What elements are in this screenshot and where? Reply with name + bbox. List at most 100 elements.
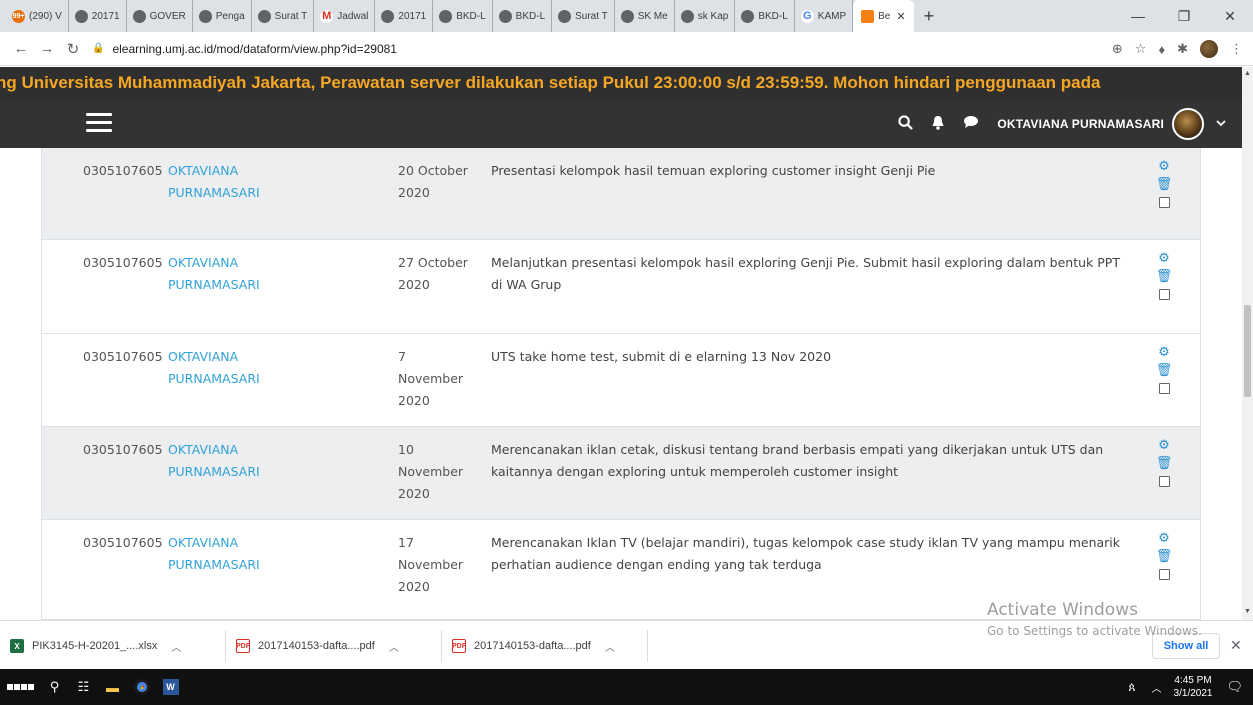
forward-icon[interactable]: → bbox=[34, 40, 60, 57]
gear-icon[interactable]: ⚙ bbox=[1158, 344, 1170, 362]
trash-icon[interactable]: 🗑 bbox=[1156, 362, 1173, 380]
download-name: 2017140153-dafta....pdf bbox=[474, 640, 591, 652]
user-name[interactable]: OKTAVIANA PURNAMASARI bbox=[997, 117, 1164, 131]
close-download-bar-icon[interactable]: ✕ bbox=[1230, 637, 1242, 654]
select-checkbox[interactable] bbox=[1158, 289, 1170, 300]
puzzle-icon[interactable]: ✱ bbox=[1177, 41, 1188, 57]
table-row: 0305107605 OKTAVIANA PURNAMASARI 20 Octob… bbox=[42, 148, 1200, 240]
tab-label: SK Me bbox=[637, 10, 668, 22]
browser-tab[interactable]: 20171 bbox=[69, 0, 127, 32]
browser-tab[interactable]: BKD-L bbox=[493, 0, 553, 32]
trash-icon[interactable]: 🗑 bbox=[1156, 176, 1173, 194]
browser-tab[interactable]: sk Kap bbox=[675, 0, 736, 32]
entry-author-link[interactable]: OKTAVIANA PURNAMASARI bbox=[168, 439, 318, 483]
hamburger-menu-icon[interactable] bbox=[86, 113, 112, 133]
navbar-right: OKTAVIANA PURNAMASARI bbox=[898, 100, 1242, 148]
tab-list: 99+ (290) V 20171 GOVER Penga Surat T M Ja… bbox=[0, 0, 934, 32]
select-checkbox[interactable] bbox=[1158, 569, 1170, 580]
table-row: 0305107605 OKTAVIANA PURNAMASARI 27 Octob… bbox=[42, 240, 1200, 334]
date-line: 20 October bbox=[398, 163, 468, 178]
windows-start-icon[interactable] bbox=[0, 684, 40, 690]
moodle-icon bbox=[861, 9, 875, 23]
search-icon[interactable]: ⚲ bbox=[40, 679, 69, 695]
browser-tab-active[interactable]: Be ✕ bbox=[853, 0, 914, 32]
trash-icon[interactable]: 🗑 bbox=[1156, 548, 1173, 566]
dataform-entries-table: 0305107605 OKTAVIANA PURNAMASARI 20 Octob… bbox=[41, 148, 1201, 620]
browser-tab[interactable]: 99+ (290) V bbox=[6, 0, 69, 32]
select-checkbox[interactable] bbox=[1158, 383, 1170, 394]
file-explorer-icon[interactable]: ▬ bbox=[98, 680, 127, 695]
menu-dots-icon[interactable]: ⋮ bbox=[1230, 41, 1243, 57]
gear-icon[interactable]: ⚙ bbox=[1158, 437, 1170, 455]
select-checkbox[interactable] bbox=[1158, 476, 1170, 487]
reload-icon[interactable]: ↻ bbox=[60, 40, 86, 58]
maximize-button[interactable]: ❐ bbox=[1161, 0, 1207, 32]
desc-line: Merencanakan Iklan TV (belajar mandiri),… bbox=[491, 535, 1120, 550]
scroll-up-arrow-icon[interactable]: ▲ bbox=[1244, 70, 1251, 77]
browser-tab[interactable]: 20171 bbox=[375, 0, 434, 32]
entry-author-link[interactable]: OKTAVIANA PURNAMASARI bbox=[168, 532, 318, 576]
trash-icon[interactable]: 🗑 bbox=[1156, 455, 1173, 473]
gear-icon[interactable]: ⚙ bbox=[1158, 530, 1170, 548]
select-checkbox[interactable] bbox=[1158, 197, 1170, 208]
extension-icon[interactable]: ♦ bbox=[1158, 42, 1165, 57]
scroll-down-arrow-icon[interactable]: ▼ bbox=[1244, 608, 1251, 615]
page-scrollbar[interactable]: ▲ ▼ bbox=[1242, 67, 1253, 620]
download-item[interactable]: PDF 2017140153-dafta....pdf ︿ bbox=[226, 630, 442, 662]
entry-author-link[interactable]: OKTAVIANA PURNAMASARI bbox=[168, 160, 318, 204]
globe-icon bbox=[498, 9, 512, 23]
chrome-icon[interactable] bbox=[127, 679, 156, 695]
url-field[interactable]: 🔒 elearning.umj.ac.id/mod/dataform/view.… bbox=[92, 42, 397, 56]
chevron-down-icon[interactable] bbox=[1216, 118, 1226, 130]
author-first: OKTAVIANA bbox=[168, 255, 239, 270]
chat-icon[interactable] bbox=[963, 115, 979, 133]
browser-tab[interactable]: Surat T bbox=[552, 0, 615, 32]
browser-tab[interactable]: BKD-L bbox=[735, 0, 795, 32]
browser-tab[interactable]: M Jadwal bbox=[314, 0, 376, 32]
search-icon[interactable] bbox=[898, 114, 914, 134]
author-last: PURNAMASARI bbox=[168, 371, 260, 386]
notification-icon[interactable]: 🗨 bbox=[1226, 679, 1243, 695]
clock[interactable]: 4:45 PM 3/1/2021 bbox=[1174, 674, 1213, 700]
gear-icon[interactable]: ⚙ bbox=[1158, 250, 1170, 268]
globe-icon bbox=[132, 9, 146, 23]
gear-icon[interactable]: ⚙ bbox=[1158, 158, 1170, 176]
globe-icon bbox=[680, 9, 694, 23]
chevron-up-icon[interactable]: ︿ bbox=[605, 639, 615, 654]
new-tab-button[interactable]: + bbox=[924, 6, 935, 27]
browser-tab[interactable]: SK Me bbox=[615, 0, 675, 32]
browser-tab[interactable]: Surat T bbox=[252, 0, 315, 32]
tray-chevron-up-icon[interactable]: ︿ bbox=[1152, 680, 1162, 695]
word-icon[interactable]: W bbox=[156, 679, 185, 695]
system-tray: ጰ ︿ 4:45 PM 3/1/2021 🗨 bbox=[1128, 669, 1253, 705]
close-window-button[interactable]: ✕ bbox=[1207, 0, 1253, 32]
browser-tab[interactable]: BKD-L bbox=[433, 0, 493, 32]
entry-author-link[interactable]: OKTAVIANA PURNAMASARI bbox=[168, 346, 318, 390]
bookmark-star-icon[interactable]: ☆ bbox=[1135, 41, 1147, 57]
people-icon[interactable]: ጰ bbox=[1128, 680, 1135, 695]
back-icon[interactable]: ← bbox=[8, 40, 34, 57]
close-tab-icon[interactable]: ✕ bbox=[896, 10, 905, 23]
browser-tab[interactable]: Penga bbox=[193, 0, 252, 32]
browser-tab[interactable]: GOVER bbox=[127, 0, 193, 32]
entry-date: 10 November 2020 bbox=[398, 439, 490, 505]
minimize-button[interactable]: — bbox=[1115, 0, 1161, 32]
desc-line: di WA Grup bbox=[491, 277, 562, 292]
zoom-icon[interactable]: ⊕ bbox=[1112, 41, 1123, 57]
task-view-icon[interactable]: ☷ bbox=[69, 679, 98, 695]
download-item[interactable]: PDF 2017140153-dafta....pdf ︿ bbox=[442, 630, 648, 662]
entry-actions: ⚙ 🗑 bbox=[1156, 437, 1172, 487]
chevron-up-icon[interactable]: ︿ bbox=[389, 639, 399, 654]
windows-taskbar: ⚲ ☷ ▬ W ጰ ︿ 4:45 PM 3/1/2021 🗨 bbox=[0, 669, 1253, 705]
tab-label: BKD-L bbox=[515, 10, 546, 22]
browser-tab[interactable]: G KAMP bbox=[795, 0, 854, 32]
profile-avatar[interactable] bbox=[1200, 40, 1218, 58]
desc-line: Melanjutkan presentasi kelompok hasil ex… bbox=[491, 255, 1120, 270]
chevron-up-icon[interactable]: ︿ bbox=[171, 639, 181, 654]
scrollbar-thumb[interactable] bbox=[1244, 305, 1251, 397]
entry-author-link[interactable]: OKTAVIANA PURNAMASARI bbox=[168, 252, 318, 296]
download-item[interactable]: X PIK3145-H-20201_....xlsx ︿ bbox=[0, 630, 226, 662]
trash-icon[interactable]: 🗑 bbox=[1156, 268, 1173, 286]
user-avatar[interactable] bbox=[1172, 108, 1204, 140]
bell-icon[interactable] bbox=[931, 115, 945, 134]
